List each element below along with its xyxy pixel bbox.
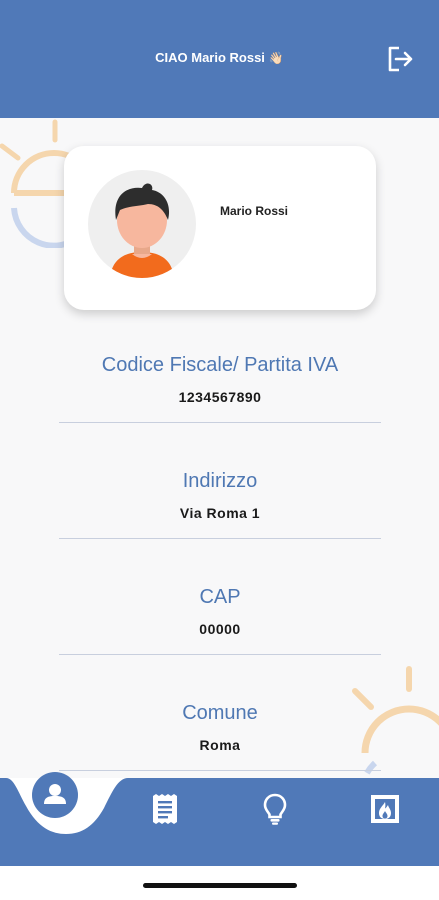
nav-electricity-button[interactable]	[262, 793, 288, 825]
field-codice-fiscale: Codice Fiscale/ Partita IVA 1234567890	[59, 354, 381, 405]
field-comune: Comune Roma	[59, 702, 381, 753]
field-value: 1234567890	[178, 389, 262, 405]
flame-icon	[371, 795, 399, 823]
nav-bills-button[interactable]	[150, 793, 180, 825]
nav-gas-button[interactable]	[369, 793, 401, 825]
field-divider	[59, 538, 381, 539]
field-value: 00000	[199, 621, 241, 637]
field-label: Comune	[182, 702, 258, 724]
logout-button[interactable]	[385, 44, 415, 74]
profile-content: Mario Rossi Codice Fiscale/ Partita IVA …	[0, 118, 439, 780]
field-divider	[59, 654, 381, 655]
field-divider	[59, 770, 381, 771]
app-header: CIAO Mario Rossi 👋🏻	[0, 0, 439, 118]
greeting-text: CIAO Mario Rossi	[155, 50, 265, 65]
nav-profile-button[interactable]	[32, 772, 78, 818]
field-label: Indirizzo	[182, 470, 258, 492]
user-icon	[32, 772, 78, 818]
field-value: Via Roma 1	[179, 505, 261, 521]
receipt-icon	[153, 794, 177, 824]
field-cap: CAP 00000	[59, 586, 381, 637]
field-value: Roma	[199, 737, 241, 753]
profile-name: Mario Rossi	[220, 204, 289, 218]
profile-card: Mario Rossi	[64, 146, 376, 310]
avatar	[88, 170, 196, 278]
greeting-title: CIAO Mario Rossi 👋🏻	[0, 50, 439, 65]
field-indirizzo: Indirizzo Via Roma 1	[59, 470, 381, 521]
home-indicator[interactable]	[143, 883, 297, 888]
field-divider	[59, 422, 381, 423]
logout-icon	[388, 46, 413, 72]
lightbulb-icon	[263, 793, 287, 825]
wave-emoji: 👋🏻	[268, 51, 284, 65]
field-label: Codice Fiscale/ Partita IVA	[101, 354, 339, 376]
field-label: CAP	[199, 586, 241, 608]
avatar-icon	[110, 183, 174, 278]
